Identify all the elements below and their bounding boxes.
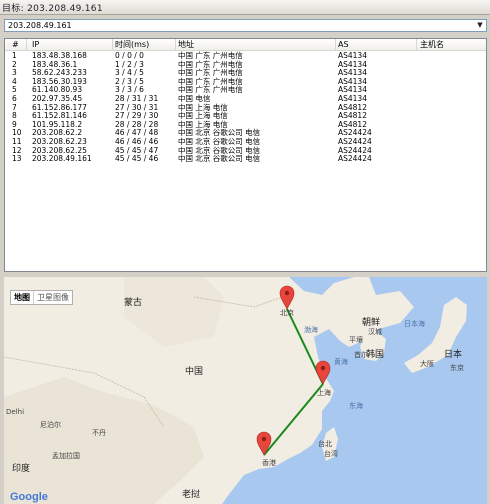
map-type-satellite-button[interactable]: 卫星图像 xyxy=(33,291,72,304)
column-header-as[interactable]: AS xyxy=(335,39,417,50)
cell-ip: 203.208.49.161 xyxy=(32,154,92,164)
map-label-yellow-sea: 黄海 xyxy=(334,358,348,366)
map-type-map-button[interactable]: 地图 xyxy=(11,291,33,304)
map-label-pyongyang: 平壤 xyxy=(349,336,363,344)
map-label-hanseong: 汉城 xyxy=(368,328,382,336)
table-header: # IP 时间(ms) 地址 AS 主机名 xyxy=(5,39,486,51)
target-value: 203.208.49.161 xyxy=(8,21,72,30)
map-label-east-sea: 东海 xyxy=(349,402,363,410)
cell-time: 45 / 45 / 46 xyxy=(115,154,159,164)
map-label-taipei: 台北 xyxy=(318,440,332,448)
map-label-osaka: 大阪 xyxy=(420,360,434,368)
cell-index: 13 xyxy=(12,154,22,164)
map-label-bangladesh: 孟加拉国 xyxy=(52,452,80,460)
target-combobox[interactable]: 203.208.49.161 ▼ xyxy=(4,19,487,32)
map-label-china: 中国 xyxy=(185,367,204,377)
land-japan xyxy=(404,297,467,373)
google-logo: Google xyxy=(10,491,48,503)
column-header-address[interactable]: 地址 xyxy=(175,39,336,50)
cell-as: AS24424 xyxy=(338,154,372,164)
map-label-beijing: 北京 xyxy=(280,309,294,317)
table-row[interactable]: 13 203.208.49.161 45 / 45 / 46 中国 北京 谷歌公司 电… xyxy=(5,154,486,163)
map-label-india: 印度 xyxy=(12,464,31,474)
trace-results-table[interactable]: # IP 时间(ms) 地址 AS 主机名 1 183.48.38.168 0 / … xyxy=(4,38,487,272)
map-view[interactable]: 地图 卫星图像 中国 老挝 印度 孟加拉国 尼泊尔 不丹 Delhi 北京 上海 … xyxy=(4,277,487,504)
map-label-taiwan: 台湾 xyxy=(324,450,338,458)
column-header-time[interactable]: 时间(ms) xyxy=(112,39,176,50)
map-label-mongolia: 蒙古 xyxy=(124,298,143,308)
map-canvas xyxy=(4,277,467,504)
map-label-bhutan: 不丹 xyxy=(92,429,106,437)
map-label-bohai: 渤海 xyxy=(304,326,318,334)
column-header-index[interactable]: # xyxy=(9,39,27,50)
window-title: 目标: 203.208.49.161 xyxy=(2,4,103,14)
map-label-tokyo: 东京 xyxy=(450,364,464,372)
map-type-control: 地图 卫星图像 xyxy=(10,290,73,305)
map-label-japan: 日本 xyxy=(444,350,463,360)
column-header-hostname[interactable]: 主机名 xyxy=(417,39,486,50)
map-label-delhi: Delhi xyxy=(6,408,25,416)
chevron-down-icon[interactable]: ▼ xyxy=(474,20,486,31)
map-label-laos: 老挝 xyxy=(182,490,201,500)
column-header-ip[interactable]: IP xyxy=(29,39,113,50)
map-label-shanghai: 上海 xyxy=(317,389,331,397)
cell-hostname xyxy=(417,154,486,163)
map-label-seoul: 首尔 xyxy=(354,351,368,359)
cell-address: 中国 北京 谷歌公司 电信 xyxy=(178,154,261,164)
map-label-sea-of-japan: 日本海 xyxy=(404,320,425,328)
map-label-nepal: 尼泊尔 xyxy=(40,421,61,429)
window-title-bar: 目标: 203.208.49.161 xyxy=(0,0,490,15)
map-label-hongkong: 香港 xyxy=(262,459,276,467)
map-label-south-korea: 韩国 xyxy=(366,350,385,360)
